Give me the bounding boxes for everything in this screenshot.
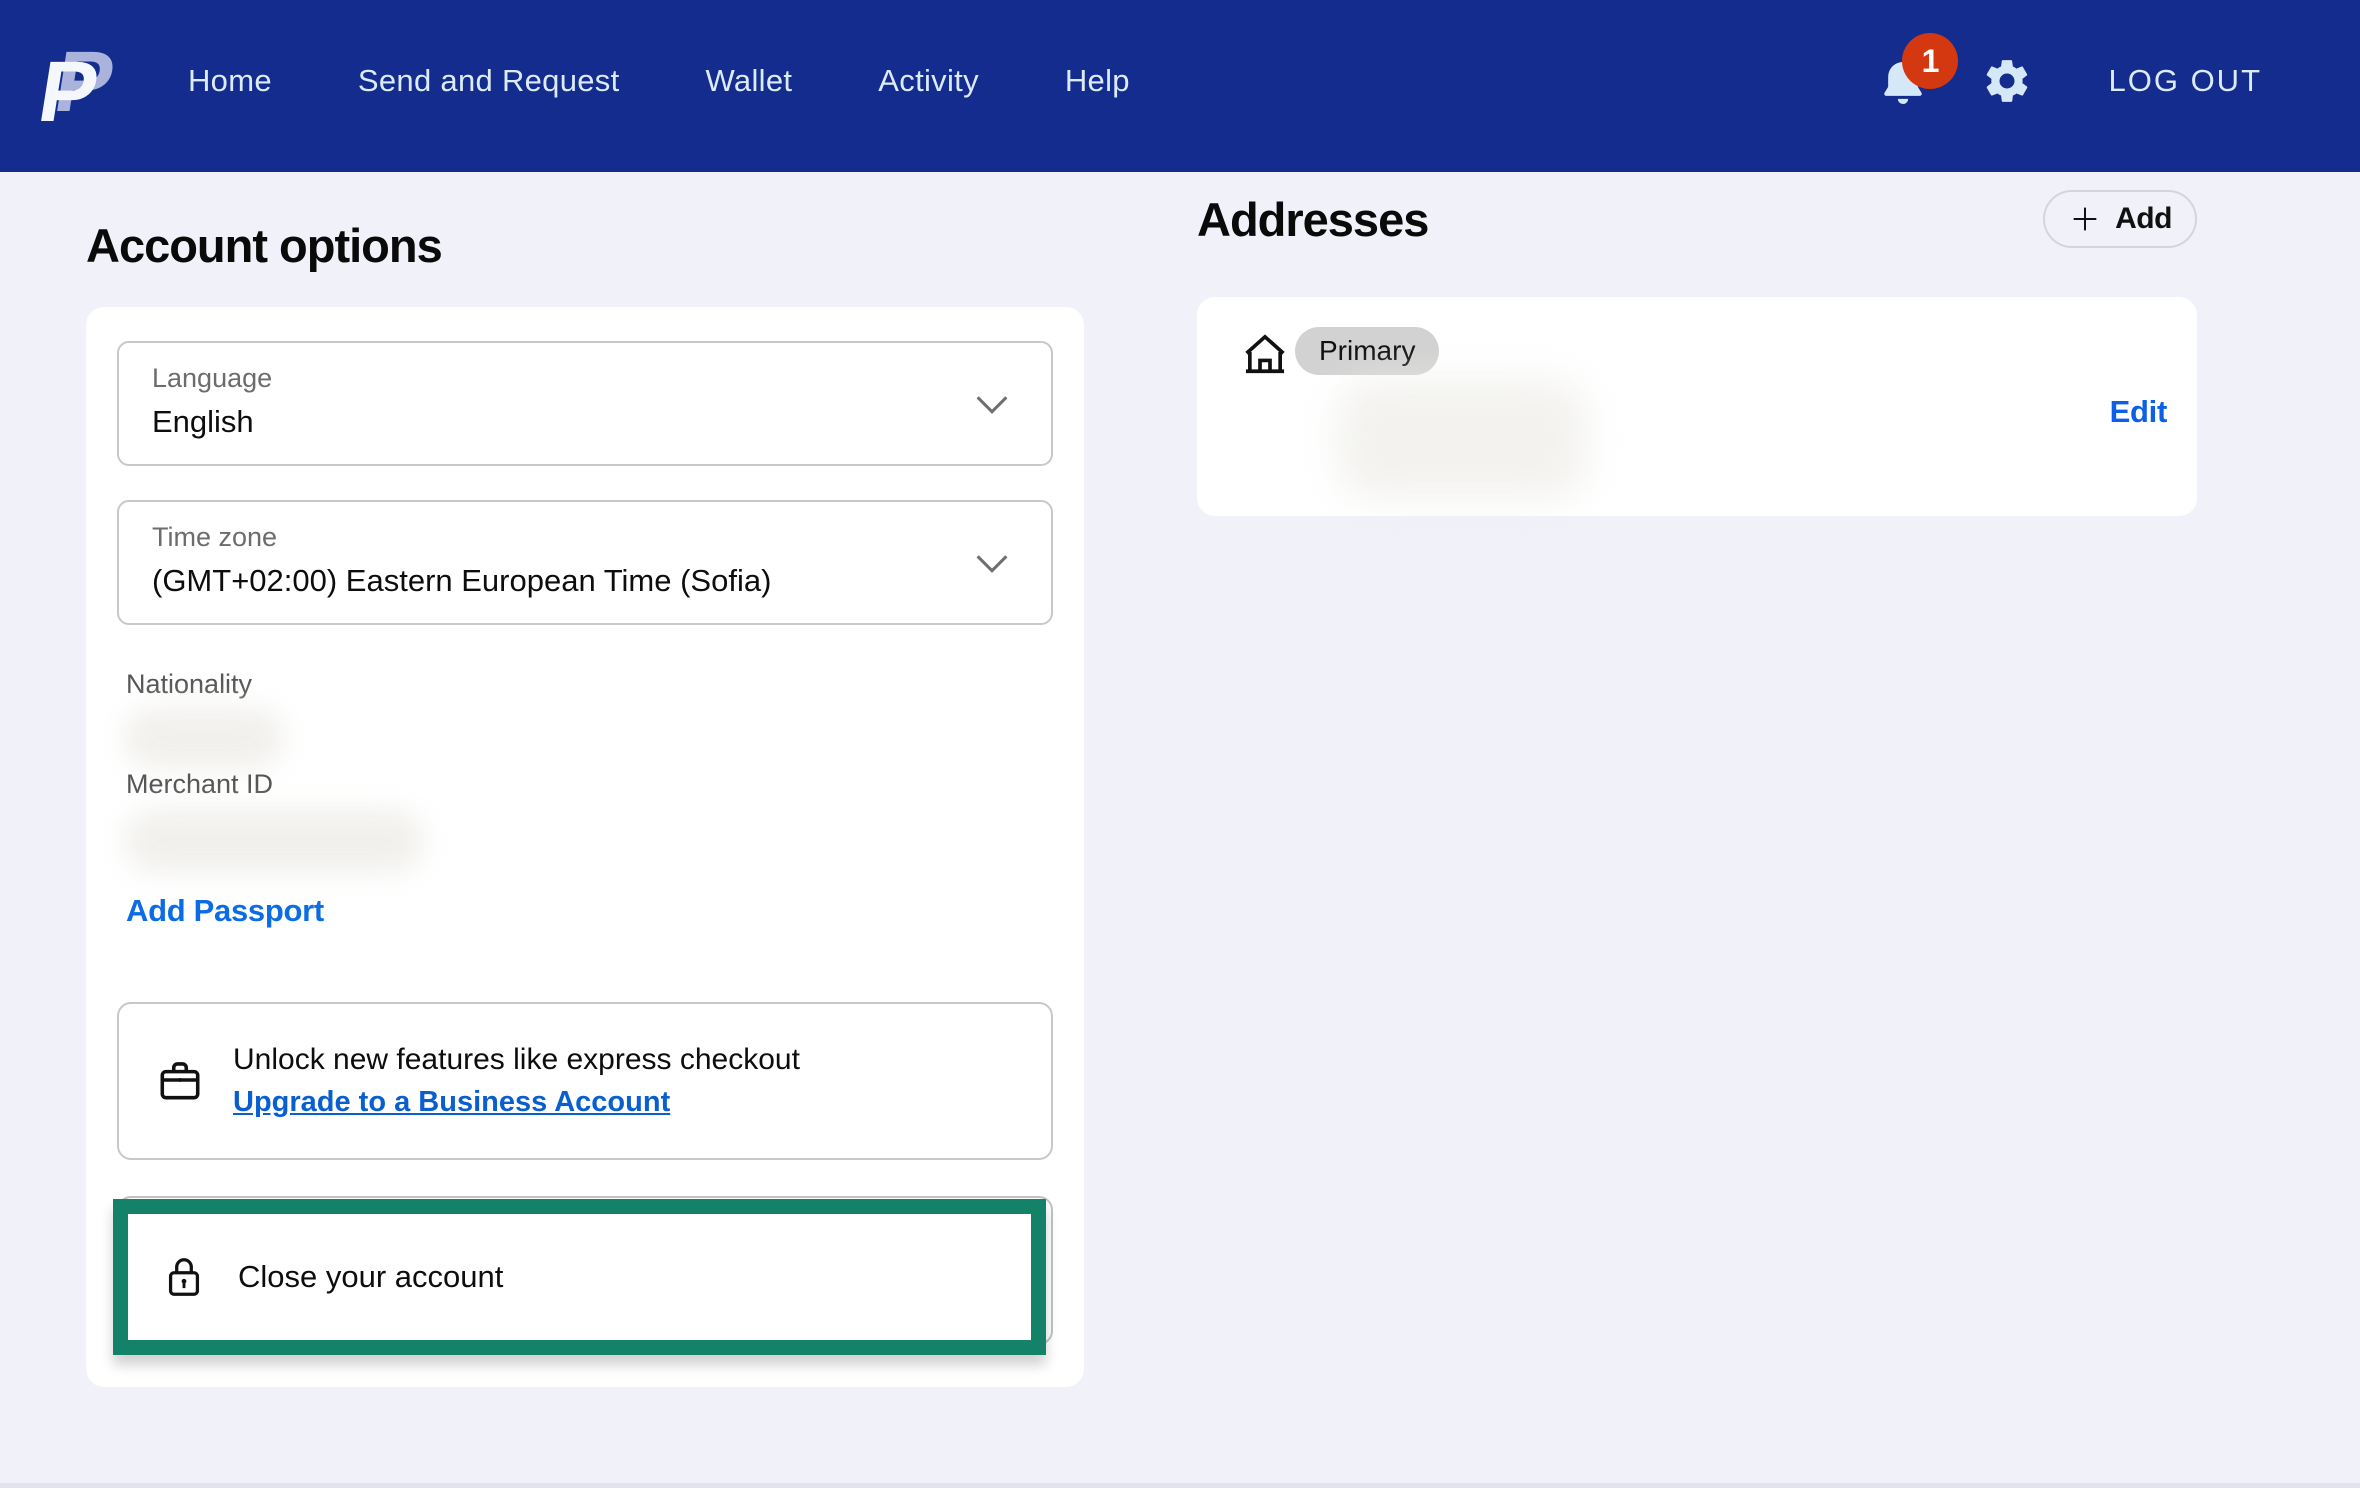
nav-item-activity[interactable]: Activity	[878, 63, 979, 99]
home-address-icon-wrap	[1239, 329, 1291, 386]
language-select[interactable]: Language English	[117, 341, 1053, 466]
business-upgrade-title: Unlock new features like express checkou…	[233, 1043, 800, 1077]
merchant-id-value-redacted	[124, 809, 424, 873]
paypal-logo[interactable]: P P	[40, 36, 118, 140]
addresses-title: Addresses	[1197, 192, 1428, 247]
address-card: Primary Edit	[1197, 297, 2197, 516]
add-address-button[interactable]: Add	[2043, 190, 2197, 248]
main-nav: Home Send and Request Wallet Activity He…	[188, 63, 1130, 99]
timezone-select[interactable]: Time zone (GMT+02:00) Eastern European T…	[117, 500, 1053, 625]
nav-item-help[interactable]: Help	[1065, 63, 1130, 99]
address-value-redacted	[1337, 379, 1587, 499]
logout-button[interactable]: LOG OUT	[2108, 63, 2262, 99]
home-icon	[1239, 329, 1291, 381]
gear-icon	[1982, 56, 2032, 106]
nav-item-wallet[interactable]: Wallet	[706, 63, 793, 99]
nav-item-send-and-request[interactable]: Send and Request	[358, 63, 620, 99]
chevron-down-icon	[969, 381, 1015, 427]
nationality-value-redacted	[124, 707, 284, 769]
briefcase-icon	[155, 1056, 205, 1106]
chevron-down-icon	[969, 540, 1015, 586]
business-upgrade-texts: Unlock new features like express checkou…	[233, 1043, 800, 1119]
nationality-label: Nationality	[126, 669, 252, 700]
top-navbar: P P Home Send and Request Wallet Activit…	[0, 0, 2360, 172]
close-account-label: Close your account	[238, 1259, 503, 1295]
timezone-label: Time zone	[152, 522, 1051, 553]
account-options-title: Account options	[86, 218, 442, 273]
account-options-card: Language English Time zone (GMT+02:00) E…	[86, 307, 1084, 1387]
notifications-button[interactable]: 1	[1876, 51, 1934, 111]
settings-button[interactable]	[1982, 56, 2032, 106]
lock-icon	[161, 1254, 207, 1300]
upgrade-business-account-link[interactable]: Upgrade to a Business Account	[233, 1086, 800, 1119]
merchant-id-label: Merchant ID	[126, 769, 273, 800]
add-passport-link[interactable]: Add Passport	[126, 893, 324, 929]
navbar-right-cluster: 1 LOG OUT	[1876, 51, 2262, 111]
language-label: Language	[152, 363, 1051, 394]
edit-address-link[interactable]: Edit	[2110, 394, 2167, 430]
timezone-value: (GMT+02:00) Eastern European Time (Sofia…	[152, 563, 1051, 599]
primary-address-badge: Primary	[1295, 327, 1439, 375]
plus-icon	[2068, 202, 2102, 236]
language-value: English	[152, 404, 1051, 440]
close-account-button[interactable]: Close your account	[113, 1199, 1046, 1355]
bottom-edge-strip	[0, 1483, 2360, 1488]
nav-item-home[interactable]: Home	[188, 63, 272, 99]
business-upgrade-card[interactable]: Unlock new features like express checkou…	[117, 1002, 1053, 1160]
notification-badge: 1	[1902, 33, 1958, 89]
add-address-label: Add	[2115, 202, 2172, 236]
